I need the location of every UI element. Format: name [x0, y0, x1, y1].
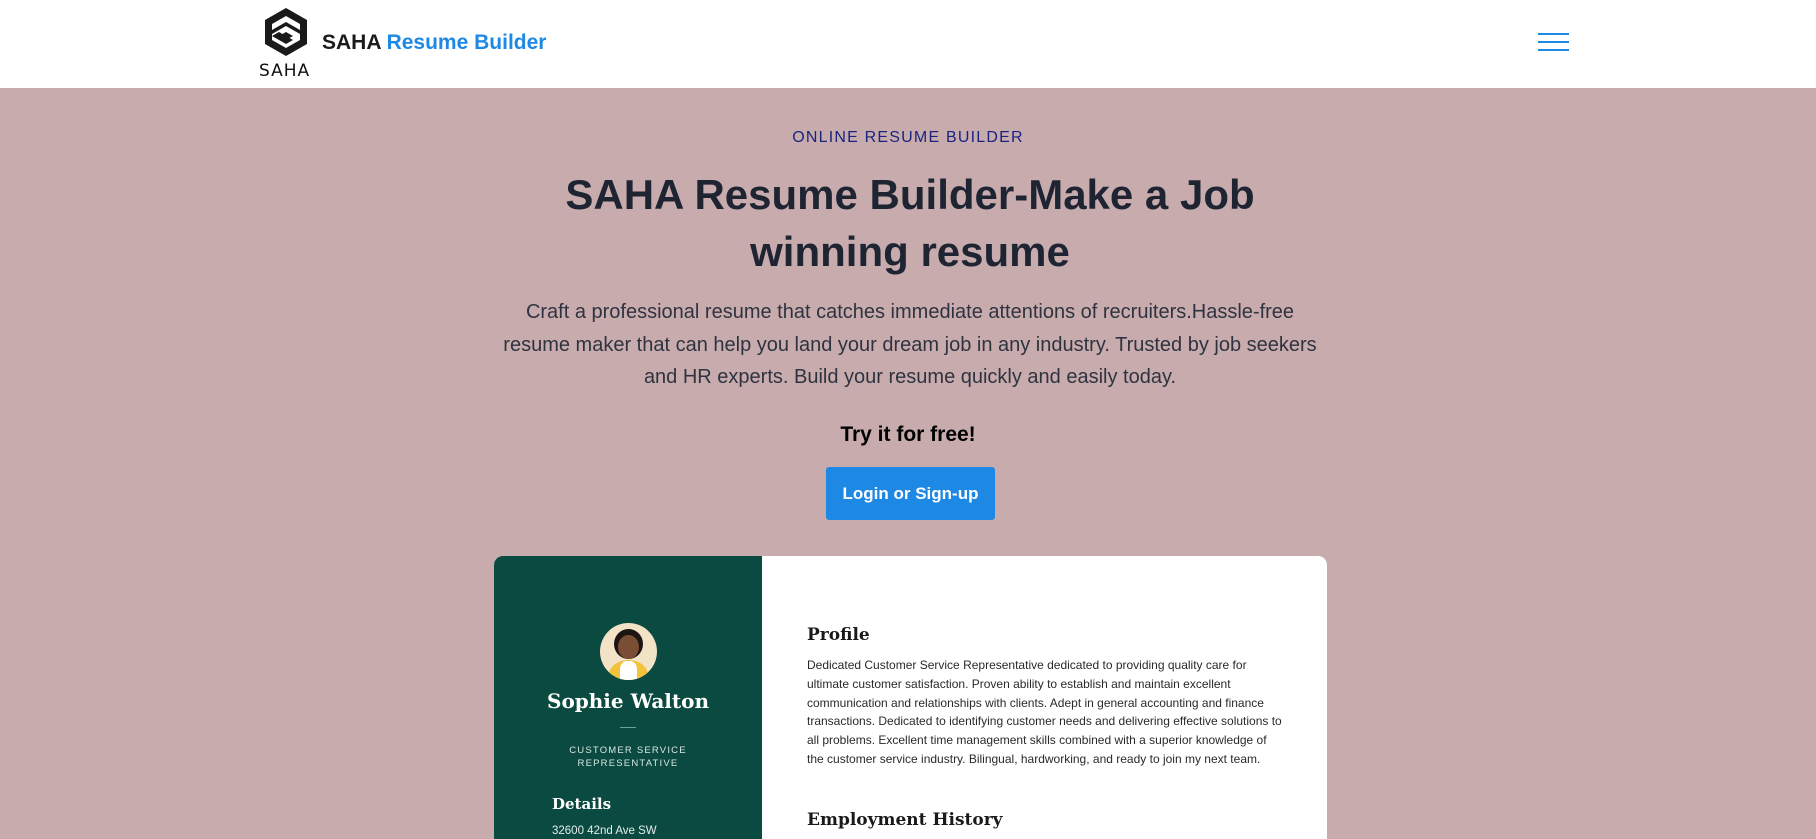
hero-eyebrow: ONLINE RESUME BUILDER — [792, 129, 1024, 146]
details-heading: Details — [552, 795, 612, 813]
profile-text: Dedicated Customer Service Representativ… — [807, 658, 1282, 766]
try-free-text: Try it for free! — [840, 423, 976, 446]
profile-heading: Profile — [807, 625, 870, 645]
navbar: SAHA SAHA Resume Builder — [0, 0, 1816, 88]
saha-logo[interactable]: SAHA — [259, 6, 315, 82]
login-signup-button[interactable]: Login or Sign-up — [826, 467, 995, 520]
hamburger-line — [1538, 41, 1569, 43]
resume-main: Profile Dedicated Customer Service Repre… — [762, 556, 1327, 839]
saha-hexagon-logo-icon — [265, 8, 307, 56]
logo-text: SAHA — [259, 61, 311, 81]
hamburger-menu-icon[interactable] — [1538, 32, 1569, 53]
brand-name-accent: Resume Builder — [386, 31, 547, 54]
resume-preview: Sophie Walton CUSTOMER SERVICE REPRESENT… — [494, 556, 1327, 839]
hamburger-line — [1538, 49, 1569, 51]
divider — [620, 727, 636, 728]
brand-name[interactable]: SAHA Resume Builder — [322, 31, 546, 55]
resume-sidebar: Sophie Walton CUSTOMER SERVICE REPRESENT… — [494, 556, 762, 839]
hero-title: SAHA Resume Builder-Make a Job winning r… — [565, 171, 1255, 275]
brand[interactable]: SAHA SAHA Resume Builder — [259, 6, 546, 82]
hamburger-line — [1538, 33, 1569, 35]
brand-name-primary: SAHA — [322, 31, 381, 54]
avatar — [600, 623, 657, 680]
address-text: 32600 42nd Ave SW — [552, 825, 657, 837]
employment-history-heading: Employment History — [807, 810, 1003, 830]
resume-role: CUSTOMER SERVICE REPRESENTATIVE — [569, 745, 687, 769]
hero-description: Craft a professional resume that catches… — [503, 301, 1317, 388]
resume-name: Sophie Walton — [547, 689, 709, 713]
